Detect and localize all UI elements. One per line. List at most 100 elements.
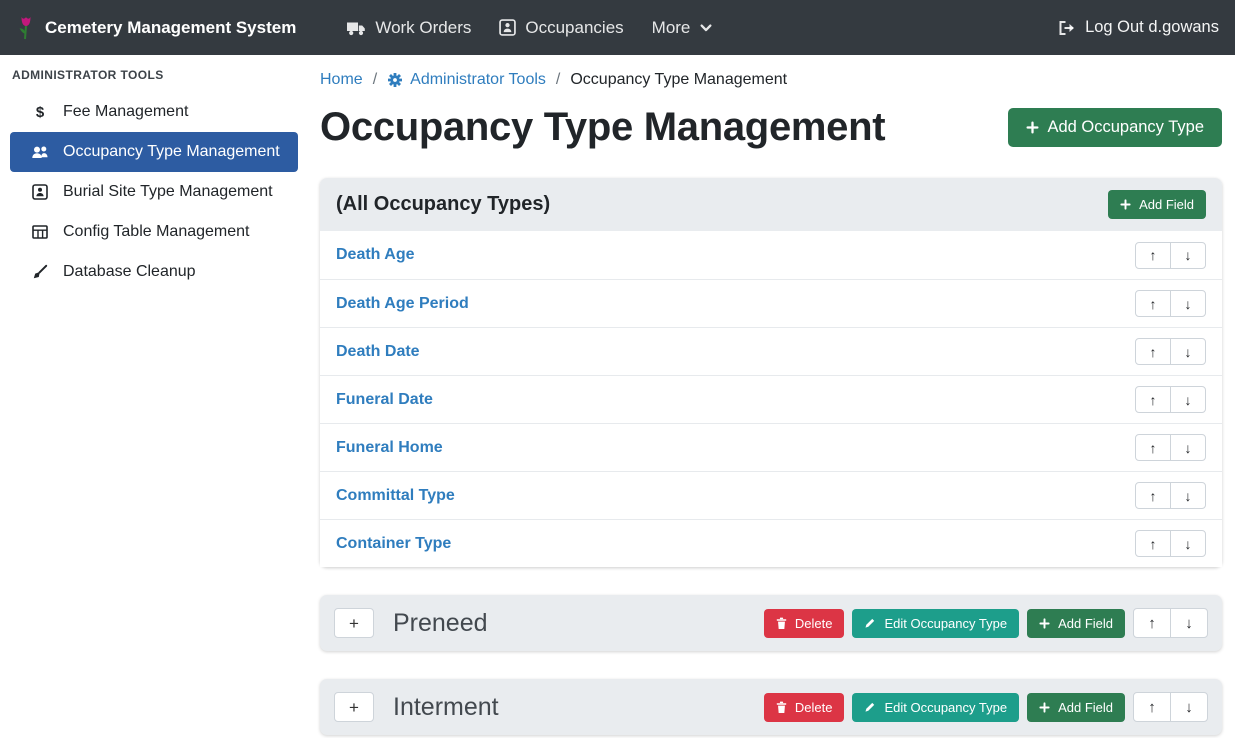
breadcrumb: Home / Administrator Tools / Occupancy T… xyxy=(320,71,1222,89)
arrow-down-icon: ↓ xyxy=(1185,296,1192,312)
expand-section-button[interactable]: + xyxy=(334,608,374,638)
section-actions: Delete Edit Occupancy Type Add Field ↑ ↓ xyxy=(764,692,1208,722)
move-up-button[interactable]: ↑ xyxy=(1133,692,1171,722)
move-down-button[interactable]: ↓ xyxy=(1170,608,1208,638)
field-link-death-age[interactable]: Death Age xyxy=(336,246,415,264)
move-down-button[interactable]: ↓ xyxy=(1170,290,1206,317)
nav-occupancies[interactable]: Occupancies xyxy=(485,10,637,46)
add-field-button[interactable]: Add Field xyxy=(1027,609,1125,638)
logout-button[interactable]: Log Out d.gowans xyxy=(1058,18,1219,37)
edit-occupancy-type-button[interactable]: Edit Occupancy Type xyxy=(852,609,1019,638)
section-interment: + Interment Delete Edit Occupancy Type A… xyxy=(320,679,1222,735)
field-reorder-group: ↑ ↓ xyxy=(1135,386,1206,413)
sidebar-item-label: Database Cleanup xyxy=(63,263,196,281)
move-down-button[interactable]: ↓ xyxy=(1170,242,1206,269)
chevron-down-icon xyxy=(699,21,713,35)
arrow-up-icon: ↑ xyxy=(1150,344,1157,360)
move-down-button[interactable]: ↓ xyxy=(1170,434,1206,461)
arrow-up-icon: ↑ xyxy=(1150,296,1157,312)
move-up-button[interactable]: ↑ xyxy=(1135,386,1171,413)
field-link-death-age-period[interactable]: Death Age Period xyxy=(336,295,469,313)
arrow-down-icon: ↓ xyxy=(1185,615,1193,632)
move-down-button[interactable]: ↓ xyxy=(1170,692,1208,722)
delete-button[interactable]: Delete xyxy=(764,609,845,638)
breadcrumb-admin-tools-link[interactable]: Administrator Tools xyxy=(387,71,546,89)
breadcrumb-separator: / xyxy=(556,71,560,89)
nav-occupancies-label: Occupancies xyxy=(525,18,623,38)
arrow-up-icon: ↑ xyxy=(1148,699,1156,716)
field-link-funeral-home[interactable]: Funeral Home xyxy=(336,439,443,457)
move-down-button[interactable]: ↓ xyxy=(1170,482,1206,509)
all-occupancy-types-card: (All Occupancy Types) Add Field Death Ag… xyxy=(320,178,1222,567)
truck-icon xyxy=(346,20,366,36)
add-field-button[interactable]: Add Field xyxy=(1108,190,1206,219)
arrow-down-icon: ↓ xyxy=(1185,344,1192,360)
sidebar-item-label: Occupancy Type Management xyxy=(63,143,280,161)
move-up-button[interactable]: ↑ xyxy=(1135,482,1171,509)
move-down-button[interactable]: ↓ xyxy=(1170,386,1206,413)
move-up-button[interactable]: ↑ xyxy=(1135,530,1171,557)
field-row: Container Type ↑ ↓ xyxy=(320,519,1222,567)
dollar-icon xyxy=(28,104,52,120)
main-content: Home / Administrator Tools / Occupancy T… xyxy=(308,55,1235,738)
users-icon xyxy=(28,144,52,160)
trash-icon xyxy=(776,617,787,630)
sidebar-item-config-table-management[interactable]: Config Table Management xyxy=(10,212,298,252)
section-reorder-group: ↑ ↓ xyxy=(1133,692,1208,722)
arrow-down-icon: ↓ xyxy=(1185,488,1192,504)
move-up-button[interactable]: ↑ xyxy=(1133,608,1171,638)
move-down-button[interactable]: ↓ xyxy=(1170,338,1206,365)
field-link-committal-type[interactable]: Committal Type xyxy=(336,487,455,505)
trash-icon xyxy=(776,701,787,714)
breadcrumb-separator: / xyxy=(373,71,377,89)
expand-section-button[interactable]: + xyxy=(334,692,374,722)
sidebar-item-burial-site-type-management[interactable]: Burial Site Type Management xyxy=(10,172,298,212)
arrow-up-icon: ↑ xyxy=(1150,440,1157,456)
logout-label: Log Out d.gowans xyxy=(1085,18,1219,37)
sign-out-icon xyxy=(1058,20,1076,36)
sidebar-item-occupancy-type-management[interactable]: Occupancy Type Management xyxy=(10,132,298,172)
field-row: Death Age ↑ ↓ xyxy=(320,231,1222,279)
breadcrumb-home-link[interactable]: Home xyxy=(320,71,363,89)
field-reorder-group: ↑ ↓ xyxy=(1135,290,1206,317)
arrow-down-icon: ↓ xyxy=(1185,392,1192,408)
move-up-button[interactable]: ↑ xyxy=(1135,290,1171,317)
add-occupancy-type-button[interactable]: Add Occupancy Type xyxy=(1008,108,1222,147)
sidebar-item-database-cleanup[interactable]: Database Cleanup xyxy=(10,252,298,292)
nav-more[interactable]: More xyxy=(638,10,728,46)
breadcrumb-admin-tools-label: Administrator Tools xyxy=(410,71,546,89)
plus-icon xyxy=(1026,121,1039,134)
gear-icon xyxy=(387,72,403,88)
section-name: Preneed xyxy=(393,609,488,638)
plus-icon: + xyxy=(349,615,359,632)
add-field-label: Add Field xyxy=(1058,700,1113,715)
edit-occupancy-type-button[interactable]: Edit Occupancy Type xyxy=(852,693,1019,722)
move-up-button[interactable]: ↑ xyxy=(1135,242,1171,269)
field-reorder-group: ↑ ↓ xyxy=(1135,530,1206,557)
field-link-funeral-date[interactable]: Funeral Date xyxy=(336,391,433,409)
field-link-container-type[interactable]: Container Type xyxy=(336,535,451,553)
all-occupancy-types-header: (All Occupancy Types) Add Field xyxy=(320,178,1222,231)
field-rows: Death Age ↑ ↓ Death Age Period ↑ ↓ Death… xyxy=(320,231,1222,567)
field-link-death-date[interactable]: Death Date xyxy=(336,343,420,361)
add-field-button[interactable]: Add Field xyxy=(1027,693,1125,722)
sidebar-item-fee-management[interactable]: Fee Management xyxy=(10,92,298,132)
move-up-button[interactable]: ↑ xyxy=(1135,338,1171,365)
field-reorder-group: ↑ ↓ xyxy=(1135,482,1206,509)
table-icon xyxy=(28,224,52,240)
move-down-button[interactable]: ↓ xyxy=(1170,530,1206,557)
arrow-down-icon: ↓ xyxy=(1185,247,1192,263)
add-field-label: Add Field xyxy=(1058,616,1113,631)
sections: + Preneed Delete Edit Occupancy Type Add… xyxy=(320,595,1222,735)
main-nav: Work Orders Occupancies More xyxy=(332,10,727,46)
arrow-up-icon: ↑ xyxy=(1148,615,1156,632)
nav-work-orders[interactable]: Work Orders xyxy=(332,10,485,46)
field-reorder-group: ↑ ↓ xyxy=(1135,242,1206,269)
broom-icon xyxy=(28,264,52,280)
breadcrumb-home-label: Home xyxy=(320,71,363,89)
section-preneed: + Preneed Delete Edit Occupancy Type Add… xyxy=(320,595,1222,651)
move-up-button[interactable]: ↑ xyxy=(1135,434,1171,461)
app-brand[interactable]: Cemetery Management System xyxy=(16,15,296,41)
delete-button[interactable]: Delete xyxy=(764,693,845,722)
title-row: Occupancy Type Management Add Occupancy … xyxy=(320,105,1222,150)
